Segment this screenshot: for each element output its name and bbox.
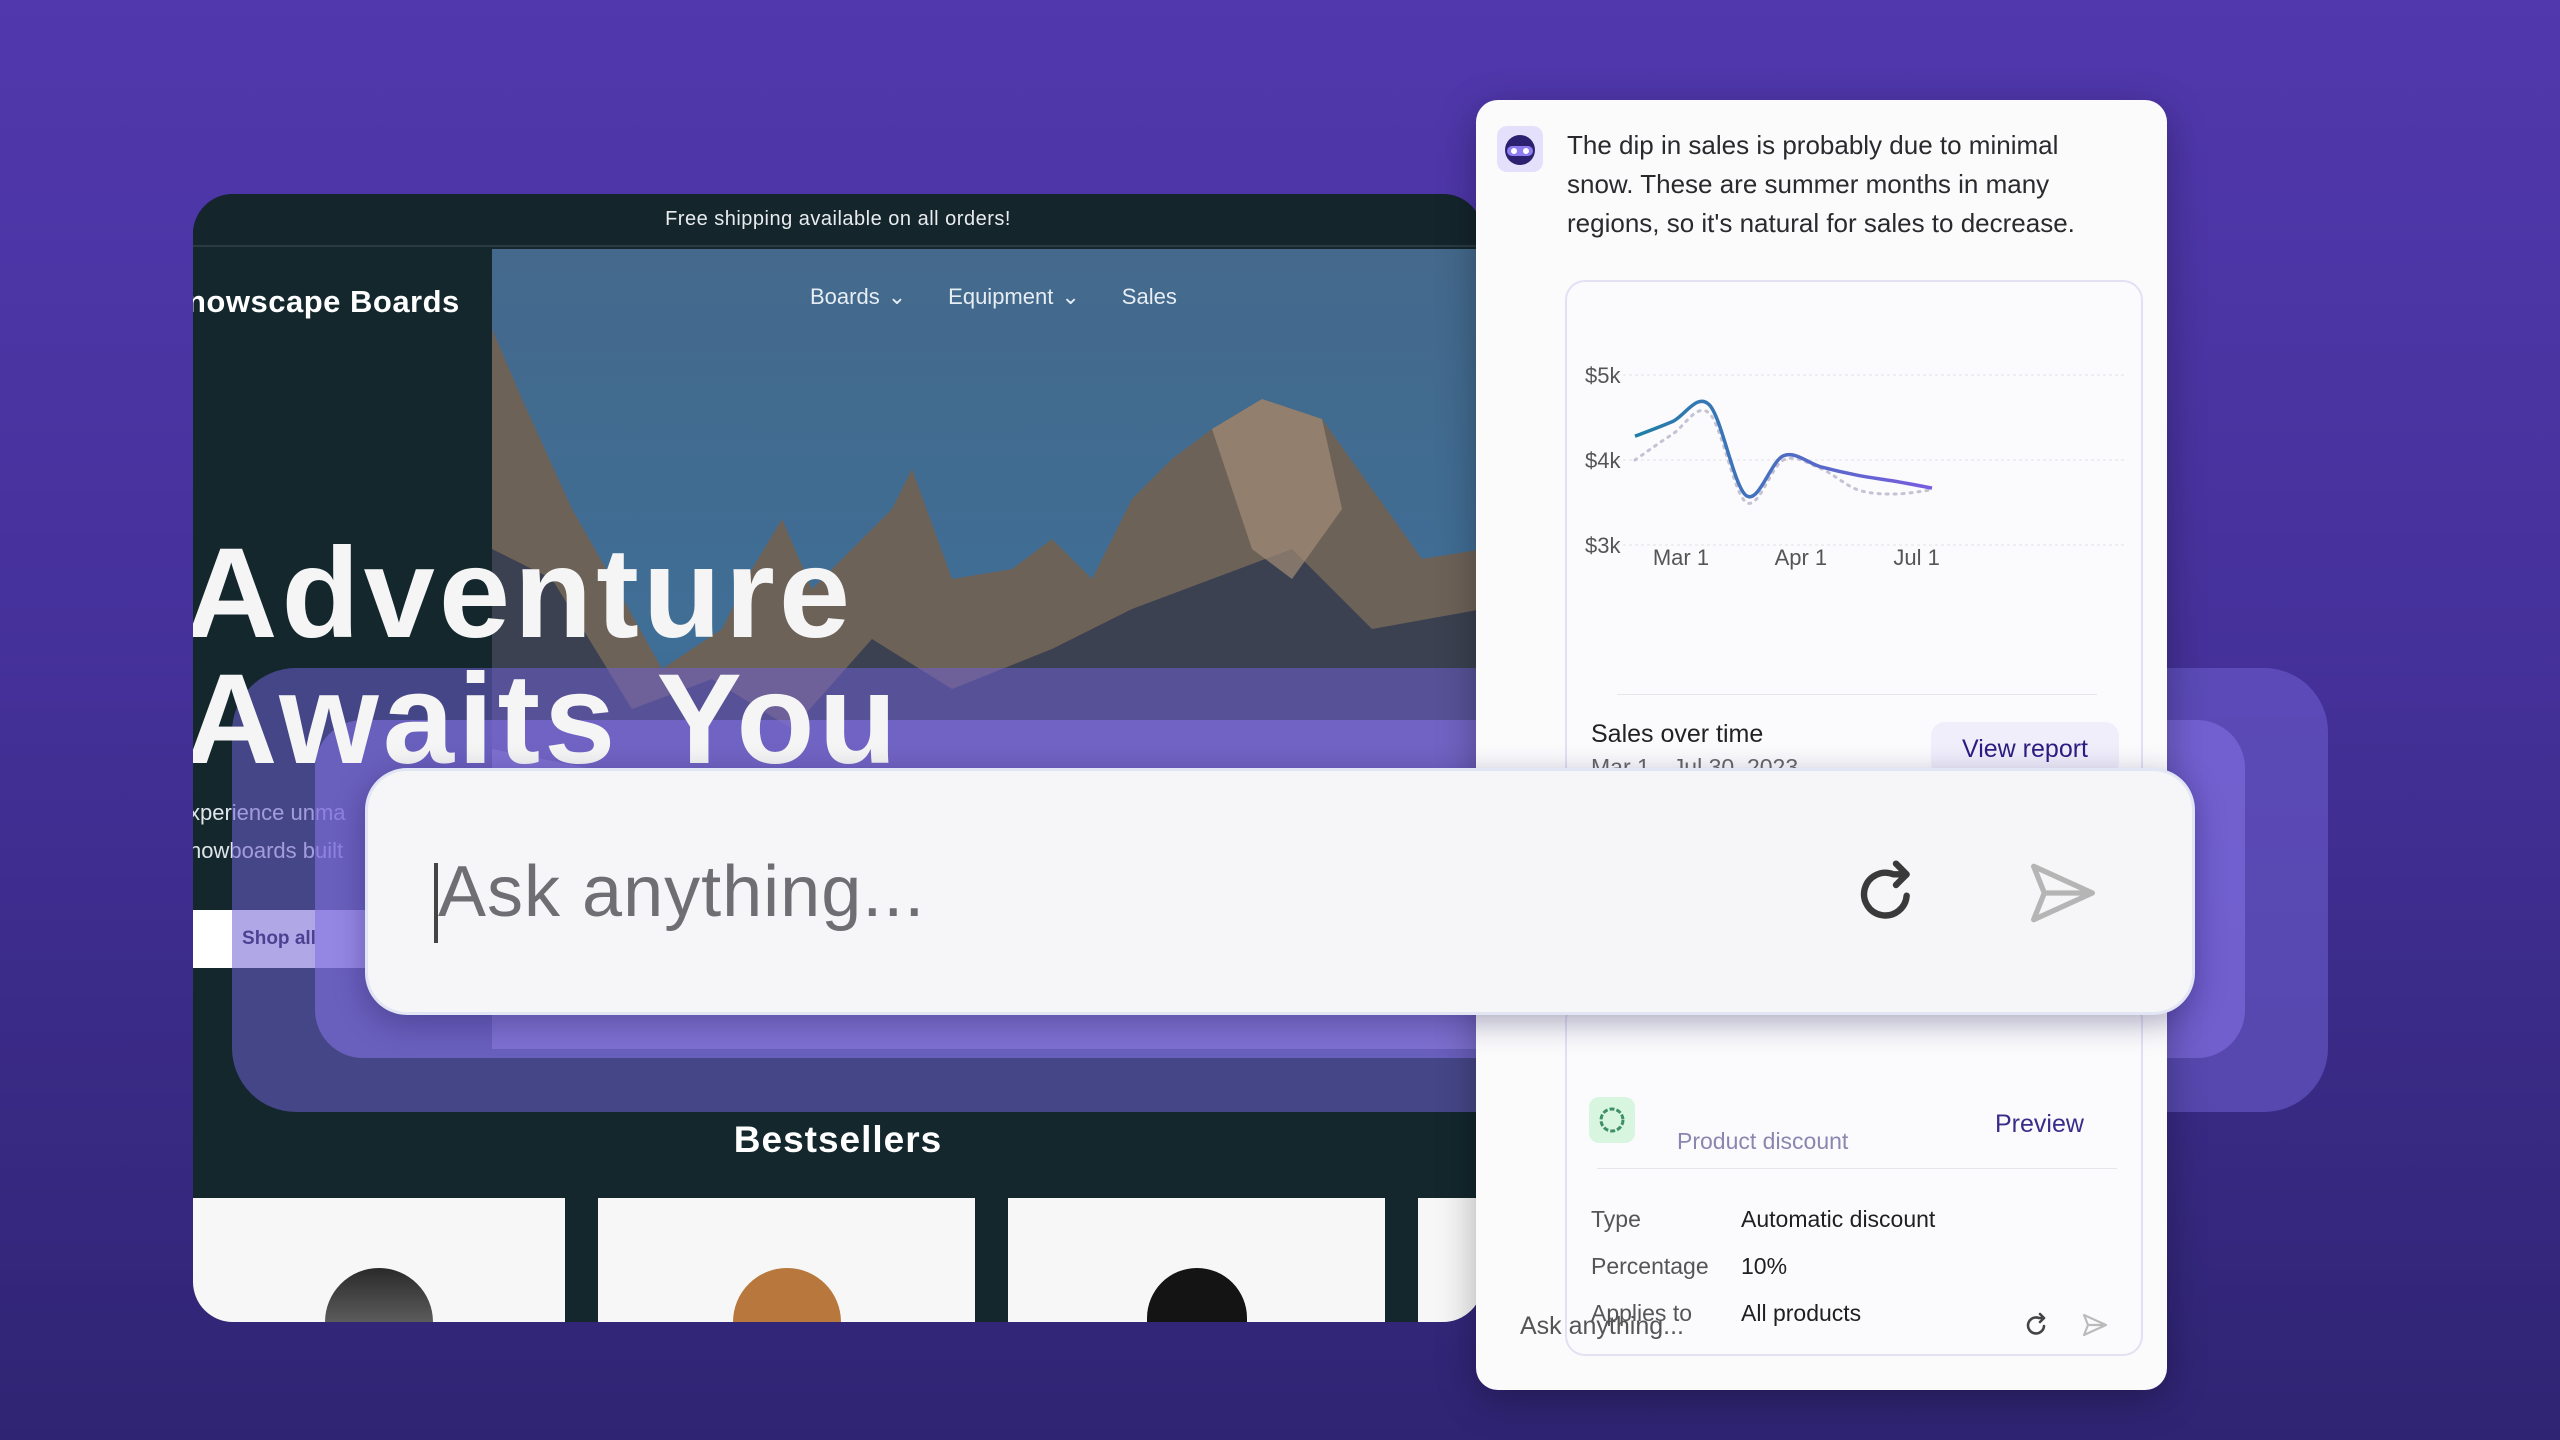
discount-card: Product discount Preview Type Automatic d… xyxy=(1565,1000,2143,1356)
product-card[interactable] xyxy=(598,1198,975,1322)
detail-value: 10% xyxy=(1741,1253,1788,1279)
y-tick-label: $3k xyxy=(1585,533,1621,558)
sales-line-chart: $3k $4k $5k Mar 1 Apr 1 Jul 1 xyxy=(1585,363,2127,570)
nav-label: Boards xyxy=(810,284,880,309)
chevron-down-icon: ⌄ xyxy=(887,284,907,309)
detail-row: Type Automatic discount xyxy=(1591,1206,1935,1233)
robot-avatar-icon xyxy=(1497,126,1543,172)
store-logo[interactable]: nowscape Boards xyxy=(193,284,460,320)
divider xyxy=(1597,1168,2117,1169)
store-nav: Boards ⌄ Equipment ⌄ Sales xyxy=(810,284,1177,310)
x-tick-label: Mar 1 xyxy=(1653,545,1709,570)
detail-label: Percentage xyxy=(1591,1253,1709,1279)
divider xyxy=(1617,694,2097,695)
y-tick-label: $5k xyxy=(1585,363,1621,388)
refresh-icon[interactable] xyxy=(2022,1310,2052,1345)
ask-anything-input[interactable]: Ask anything... xyxy=(365,768,2195,1015)
preview-link[interactable]: Preview xyxy=(1995,1110,2084,1139)
detail-row: Percentage 10% xyxy=(1591,1253,1787,1280)
refresh-icon[interactable] xyxy=(1848,853,1928,938)
snowboard-image xyxy=(1146,1268,1247,1322)
assistant-message: The dip in sales is probably due to mini… xyxy=(1567,130,2075,238)
bestsellers-title: Bestsellers xyxy=(733,1119,943,1160)
sales-series-line xyxy=(1634,399,1933,499)
nav-label: Sales xyxy=(1121,284,1177,309)
hero-headline-line1: Adventure xyxy=(193,522,854,665)
detail-label: Type xyxy=(1591,1206,1641,1232)
discount-subtitle: Product discount xyxy=(1677,1128,1849,1154)
product-card[interactable] xyxy=(1008,1198,1385,1322)
y-tick-label: $4k xyxy=(1585,448,1621,473)
snowboard-image xyxy=(732,1268,841,1322)
product-card[interactable] xyxy=(193,1198,565,1322)
chat-input[interactable]: Ask anything... xyxy=(1520,1312,1684,1341)
nav-label: Equipment xyxy=(948,284,1054,309)
ask-anything-placeholder: Ask anything... xyxy=(438,852,926,932)
x-tick-label: Jul 1 xyxy=(1893,545,1939,570)
detail-value: Automatic discount xyxy=(1741,1206,1936,1232)
product-card[interactable] xyxy=(1418,1198,1483,1322)
detail-value: All products xyxy=(1741,1300,1862,1326)
chart-title: Sales over time xyxy=(1591,720,1764,748)
send-icon[interactable] xyxy=(2023,853,2103,938)
announcement-bar: Free shipping available on all orders! xyxy=(193,194,1483,247)
nav-equipment[interactable]: Equipment ⌄ xyxy=(948,284,1080,310)
send-icon[interactable] xyxy=(2080,1310,2110,1345)
discount-badge-icon xyxy=(1589,1097,1635,1143)
hero-headline-line2: Awaits You xyxy=(193,648,901,791)
assistant-panel: The dip in sales is probably due to mini… xyxy=(1476,100,2167,1390)
chevron-down-icon: ⌄ xyxy=(1061,284,1080,309)
nav-sales[interactable]: Sales xyxy=(1122,284,1177,310)
x-tick-label: Apr 1 xyxy=(1775,545,1828,570)
sales-chart-card: $3k $4k $5k Mar 1 Apr 1 Jul 1 Sales over time… xyxy=(1565,280,2143,806)
nav-boards[interactable]: Boards ⌄ xyxy=(810,284,906,310)
snowboard-image xyxy=(325,1268,433,1322)
